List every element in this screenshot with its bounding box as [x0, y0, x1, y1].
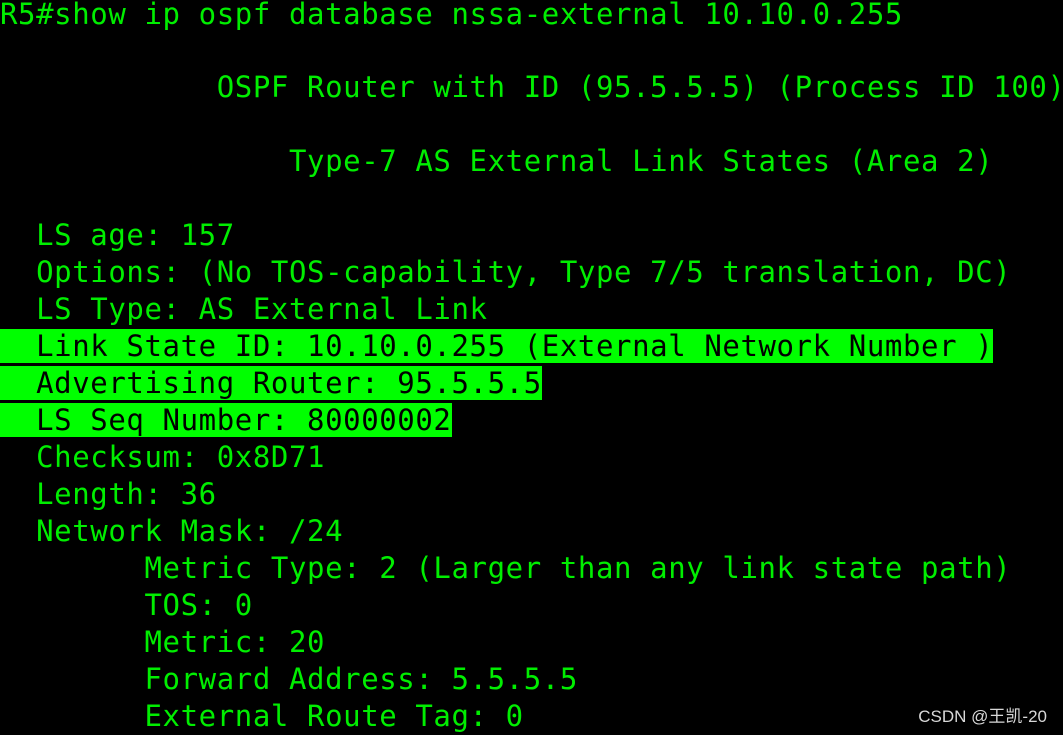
output-advertising-router: Advertising Router: 95.5.5.5 [0, 365, 542, 402]
highlighted-selection: Link State ID: 10.10.0.255 (External Net… [0, 329, 994, 363]
command-line: R5#show ip ospf database nssa-external 1… [0, 0, 903, 33]
highlighted-selection: LS Seq Number: 80000002 [0, 403, 452, 437]
line-text: Type-7 AS External Link States (Area 2) [0, 144, 994, 178]
line-text: Metric Type: 2 (Larger than any link sta… [0, 551, 1012, 585]
line-text: Checksum: 0x8D71 [0, 440, 326, 474]
line-text: External Route Tag: 0 [0, 699, 524, 733]
output-tos: TOS: 0 [0, 587, 253, 624]
line-text: TOS: 0 [0, 588, 253, 622]
output-checksum: Checksum: 0x8D71 [0, 439, 325, 476]
router-id-header: OSPF Router with ID (95.5.5.5) (Process … [0, 69, 1063, 106]
output-ls-age: LS age: 157 [0, 217, 235, 254]
line-text: Metric: 20 [0, 625, 326, 659]
line-text: Forward Address: 5.5.5.5 [0, 662, 578, 696]
output-metric-type: Metric Type: 2 (Larger than any link sta… [0, 550, 1011, 587]
output-ls-seq-number: LS Seq Number: 80000002 [0, 402, 452, 439]
output-link-state-id: Link State ID: 10.10.0.255 (External Net… [0, 328, 994, 365]
line-text: Network Mask: /24 [0, 514, 344, 548]
highlighted-selection: Advertising Router: 95.5.5.5 [0, 366, 542, 400]
output-network-mask: Network Mask: /24 [0, 513, 343, 550]
line-text: LS age: 157 [0, 218, 235, 252]
watermark: CSDN @王凯-20 [918, 707, 1047, 726]
line-text: Length: 36 [0, 477, 217, 511]
output-external-route-tag: External Route Tag: 0 [0, 698, 524, 735]
output-forward-address: Forward Address: 5.5.5.5 [0, 661, 578, 698]
line-text: Options: (No TOS-capability, Type 7/5 tr… [0, 255, 1012, 289]
terminal-window[interactable]: R5#show ip ospf database nssa-external 1… [0, 0, 1063, 735]
line-text: OSPF Router with ID (95.5.5.5) (Process … [0, 70, 1063, 104]
link-states-header: Type-7 AS External Link States (Area 2) [0, 143, 993, 180]
output-length: Length: 36 [0, 476, 217, 513]
output-ls-type: LS Type: AS External Link [0, 291, 488, 328]
output-options: Options: (No TOS-capability, Type 7/5 tr… [0, 254, 1011, 291]
line-text: R5#show ip ospf database nssa-external 1… [0, 0, 903, 31]
line-text: LS Type: AS External Link [0, 292, 488, 326]
output-metric: Metric: 20 [0, 624, 325, 661]
